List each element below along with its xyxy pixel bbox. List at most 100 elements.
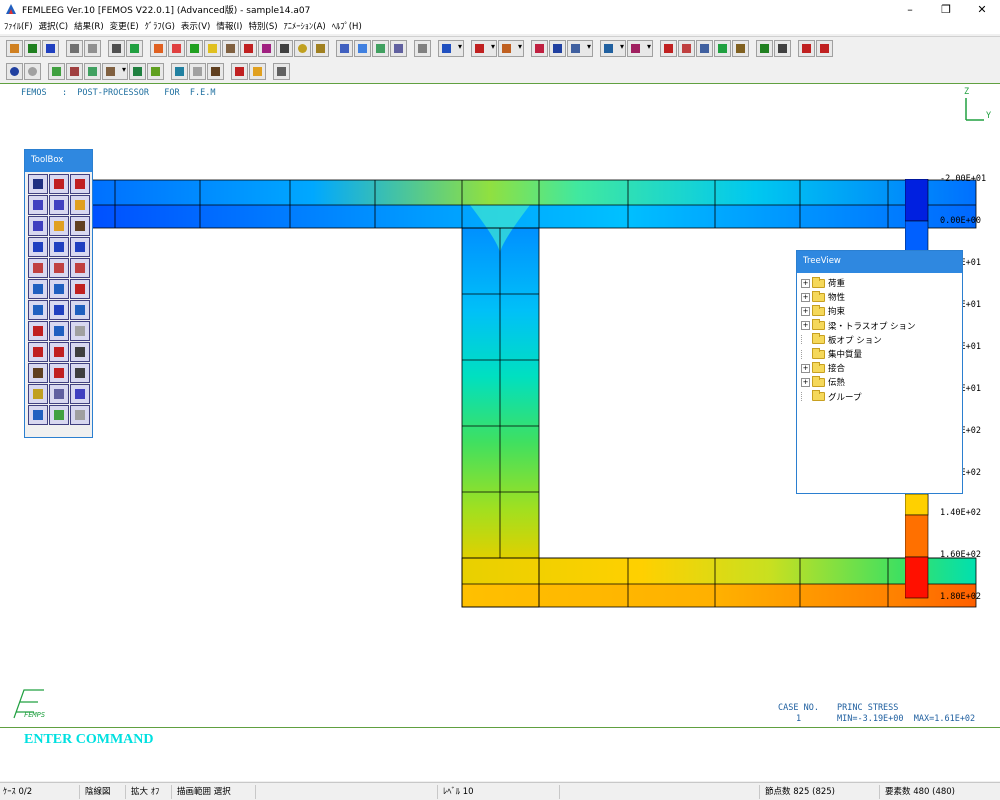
left-arrow-icon[interactable] (28, 300, 48, 320)
label-icon[interactable] (276, 39, 293, 57)
element-icon[interactable] (549, 39, 566, 57)
export-icon[interactable] (126, 39, 143, 57)
play-icon[interactable] (49, 363, 69, 383)
rot-z-icon[interactable] (70, 258, 90, 278)
save-icon[interactable] (24, 39, 41, 57)
unlock-icon[interactable] (66, 63, 83, 80)
graph4-icon[interactable] (390, 39, 407, 57)
down-icon[interactable] (798, 39, 815, 57)
tree-item[interactable]: + 接合 (801, 361, 962, 375)
return-gray-icon[interactable] (70, 405, 90, 425)
graph2-icon[interactable] (354, 39, 371, 57)
expand-icon[interactable]: + (801, 363, 810, 373)
rotate-gray-icon[interactable] (70, 321, 90, 341)
fit-icon[interactable] (714, 39, 731, 57)
tree-item[interactable]: + 物性 (801, 290, 962, 304)
menu-result[interactable]: 結果(R) (74, 20, 110, 32)
record-gray-icon[interactable] (24, 63, 41, 80)
printer-icon[interactable] (70, 363, 90, 383)
move-icon[interactable] (28, 342, 48, 362)
tree-icon[interactable] (207, 63, 224, 80)
list-icon[interactable] (28, 363, 48, 383)
menu-edit[interactable]: 変更(E) (110, 20, 145, 32)
expand-icon[interactable]: + (801, 278, 810, 288)
layer-dropdown-1[interactable] (438, 39, 464, 57)
expand-icon[interactable]: + (801, 321, 810, 331)
contour-icon[interactable] (168, 39, 185, 57)
expand-icon[interactable]: + (801, 377, 810, 387)
tower-icon[interactable] (222, 39, 239, 57)
down-arrow-icon[interactable] (49, 321, 69, 341)
triangle-icon[interactable] (28, 279, 48, 299)
minimize-button[interactable]: – (892, 0, 928, 18)
close-button[interactable]: ✕ (964, 0, 1000, 18)
grid-icon[interactable] (204, 39, 221, 57)
plus-minus-icon[interactable] (70, 279, 90, 299)
menu-help[interactable]: ﾍﾙﾌﾟ(H) (332, 20, 368, 32)
fill-icon[interactable] (186, 39, 203, 57)
tree-item[interactable]: + 荷重 (801, 276, 962, 290)
section-dropdown-1[interactable] (600, 39, 626, 57)
restore-button[interactable]: ❐ (928, 0, 964, 18)
tree-item[interactable]: 板オプ ション (801, 333, 962, 347)
menu-select[interactable]: 選択(C) (39, 20, 75, 32)
menu-animation[interactable]: ｱﾆﾒｰｼｮﾝ(A) (284, 20, 332, 32)
graph1-icon[interactable] (336, 39, 353, 57)
pattern-icon[interactable] (49, 384, 69, 404)
graph3-icon[interactable] (372, 39, 389, 57)
dup-icon[interactable] (28, 216, 48, 236)
arrow-left-icon[interactable] (171, 63, 188, 80)
pin-icon[interactable] (28, 384, 48, 404)
menu-info[interactable]: 情報(I) (216, 20, 248, 32)
layer-dropdown-2[interactable] (471, 39, 497, 57)
frame-icon[interactable] (49, 195, 69, 215)
mirror-icon[interactable] (28, 174, 48, 194)
hand-icon[interactable] (70, 216, 90, 236)
print-icon[interactable] (108, 39, 125, 57)
undo-view-icon[interactable] (49, 174, 69, 194)
table-icon[interactable] (273, 63, 290, 80)
vector-icon[interactable] (240, 39, 257, 57)
check-icon[interactable] (70, 174, 90, 194)
rot-y-icon[interactable] (49, 258, 69, 278)
zoom-icon[interactable] (696, 39, 713, 57)
cross-move-icon[interactable] (49, 342, 69, 362)
circle-icon[interactable] (294, 39, 311, 57)
up-arrow-icon[interactable] (49, 279, 69, 299)
layer-icon[interactable] (70, 195, 90, 215)
menu-view[interactable]: 表示(V) (181, 20, 216, 32)
bars-icon[interactable] (66, 39, 83, 57)
frame-icon[interactable] (756, 39, 773, 57)
rotate-icon[interactable] (28, 321, 48, 341)
axis-xyz-icon[interactable] (49, 300, 69, 320)
spring-icon[interactable] (414, 39, 431, 57)
axis-zy-icon[interactable] (70, 237, 90, 257)
lock-icon[interactable] (48, 63, 65, 80)
menu-file[interactable]: ﾌｧｲﾙ(F) (4, 20, 39, 32)
pan-icon[interactable] (678, 39, 695, 57)
node-icon[interactable] (531, 39, 548, 57)
up-icon[interactable] (816, 39, 833, 57)
axis-zx-icon[interactable] (49, 237, 69, 257)
menu-special[interactable]: 特別(S) (249, 20, 284, 32)
open-icon[interactable] (6, 39, 23, 57)
line-icon[interactable] (70, 384, 90, 404)
zoom-icon[interactable] (70, 342, 90, 362)
rotate-icon[interactable] (732, 39, 749, 57)
move-icon[interactable] (660, 39, 677, 57)
layer-dropdown-3[interactable] (498, 39, 524, 57)
command-area[interactable]: ENTER COMMAND (0, 727, 1000, 781)
record-icon[interactable] (6, 63, 23, 80)
deform-icon[interactable] (312, 39, 329, 57)
expand-icon[interactable]: + (801, 306, 810, 316)
stand-icon[interactable] (774, 39, 791, 57)
leaf-icon[interactable] (147, 63, 164, 80)
color-icon[interactable] (49, 405, 69, 425)
tree-item[interactable]: 集中質量 (801, 347, 962, 361)
chart-icon[interactable] (231, 63, 248, 80)
split-dropdown[interactable] (102, 63, 128, 80)
menu-graph[interactable]: ｸﾞﾗﾌ(G) (145, 20, 181, 32)
scatter-icon[interactable] (258, 39, 275, 57)
tree-item[interactable]: グループ (801, 390, 962, 404)
lines-icon[interactable] (84, 39, 101, 57)
